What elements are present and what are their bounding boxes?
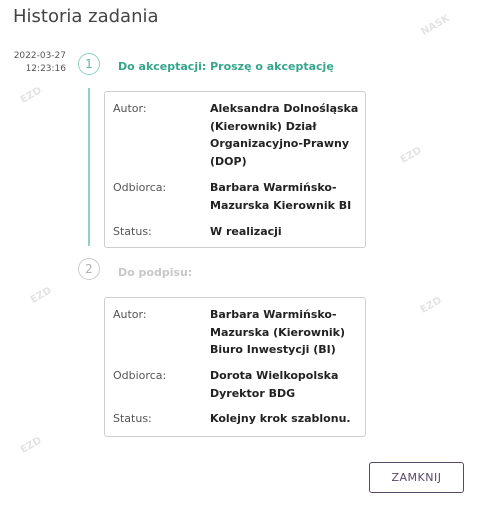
step-1-details-card: Autor: Aleksandra Dolnośląska (Kierownik…: [104, 91, 366, 248]
timeline-connector: [88, 88, 90, 246]
author-value: Barbara Warmińsko-Mazurska (Kierownik) B…: [210, 308, 346, 356]
status-value: W realizacji: [210, 225, 282, 238]
step-1-label: Do akceptacji: Proszę o akceptację: [118, 60, 334, 73]
dialog-title: Historia zadania: [13, 6, 159, 27]
author-key: Autor:: [113, 102, 147, 115]
step-1-date: 2022-03-27: [13, 51, 66, 61]
status-value: Kolejny krok szablonu.: [210, 412, 351, 425]
step-2-circle: 2: [78, 258, 100, 280]
recipient-value: Dorota Wielkopolska Dyrektor BDG: [210, 369, 339, 400]
close-button[interactable]: ZAMKNIJ: [369, 462, 464, 493]
status-key: Status:: [113, 225, 152, 238]
watermark-logo: EZD: [398, 145, 424, 166]
watermark-logo: EZD: [18, 435, 44, 456]
author-value: Aleksandra Dolnośląska (Kierownik) Dział…: [210, 102, 359, 168]
watermark-logo: EZD: [28, 285, 54, 306]
step-1-time: 12:23:16: [25, 64, 66, 74]
status-key: Status:: [113, 412, 152, 425]
watermark-logo: EZD: [418, 295, 444, 316]
recipient-key: Odbiorca:: [113, 369, 167, 382]
step-1-circle: 1: [78, 53, 100, 75]
watermark-logo: EZD: [18, 85, 44, 106]
recipient-key: Odbiorca:: [113, 181, 167, 194]
step-2-label: Do podpisu:: [118, 266, 193, 279]
watermark-logo: NASK: [419, 12, 452, 39]
recipient-value: Barbara Warmińsko-Mazurska Kierownik BI: [210, 181, 352, 212]
author-key: Autor:: [113, 308, 147, 321]
step-2-details-card: Autor: Barbara Warmińsko-Mazurska (Kiero…: [104, 297, 366, 437]
